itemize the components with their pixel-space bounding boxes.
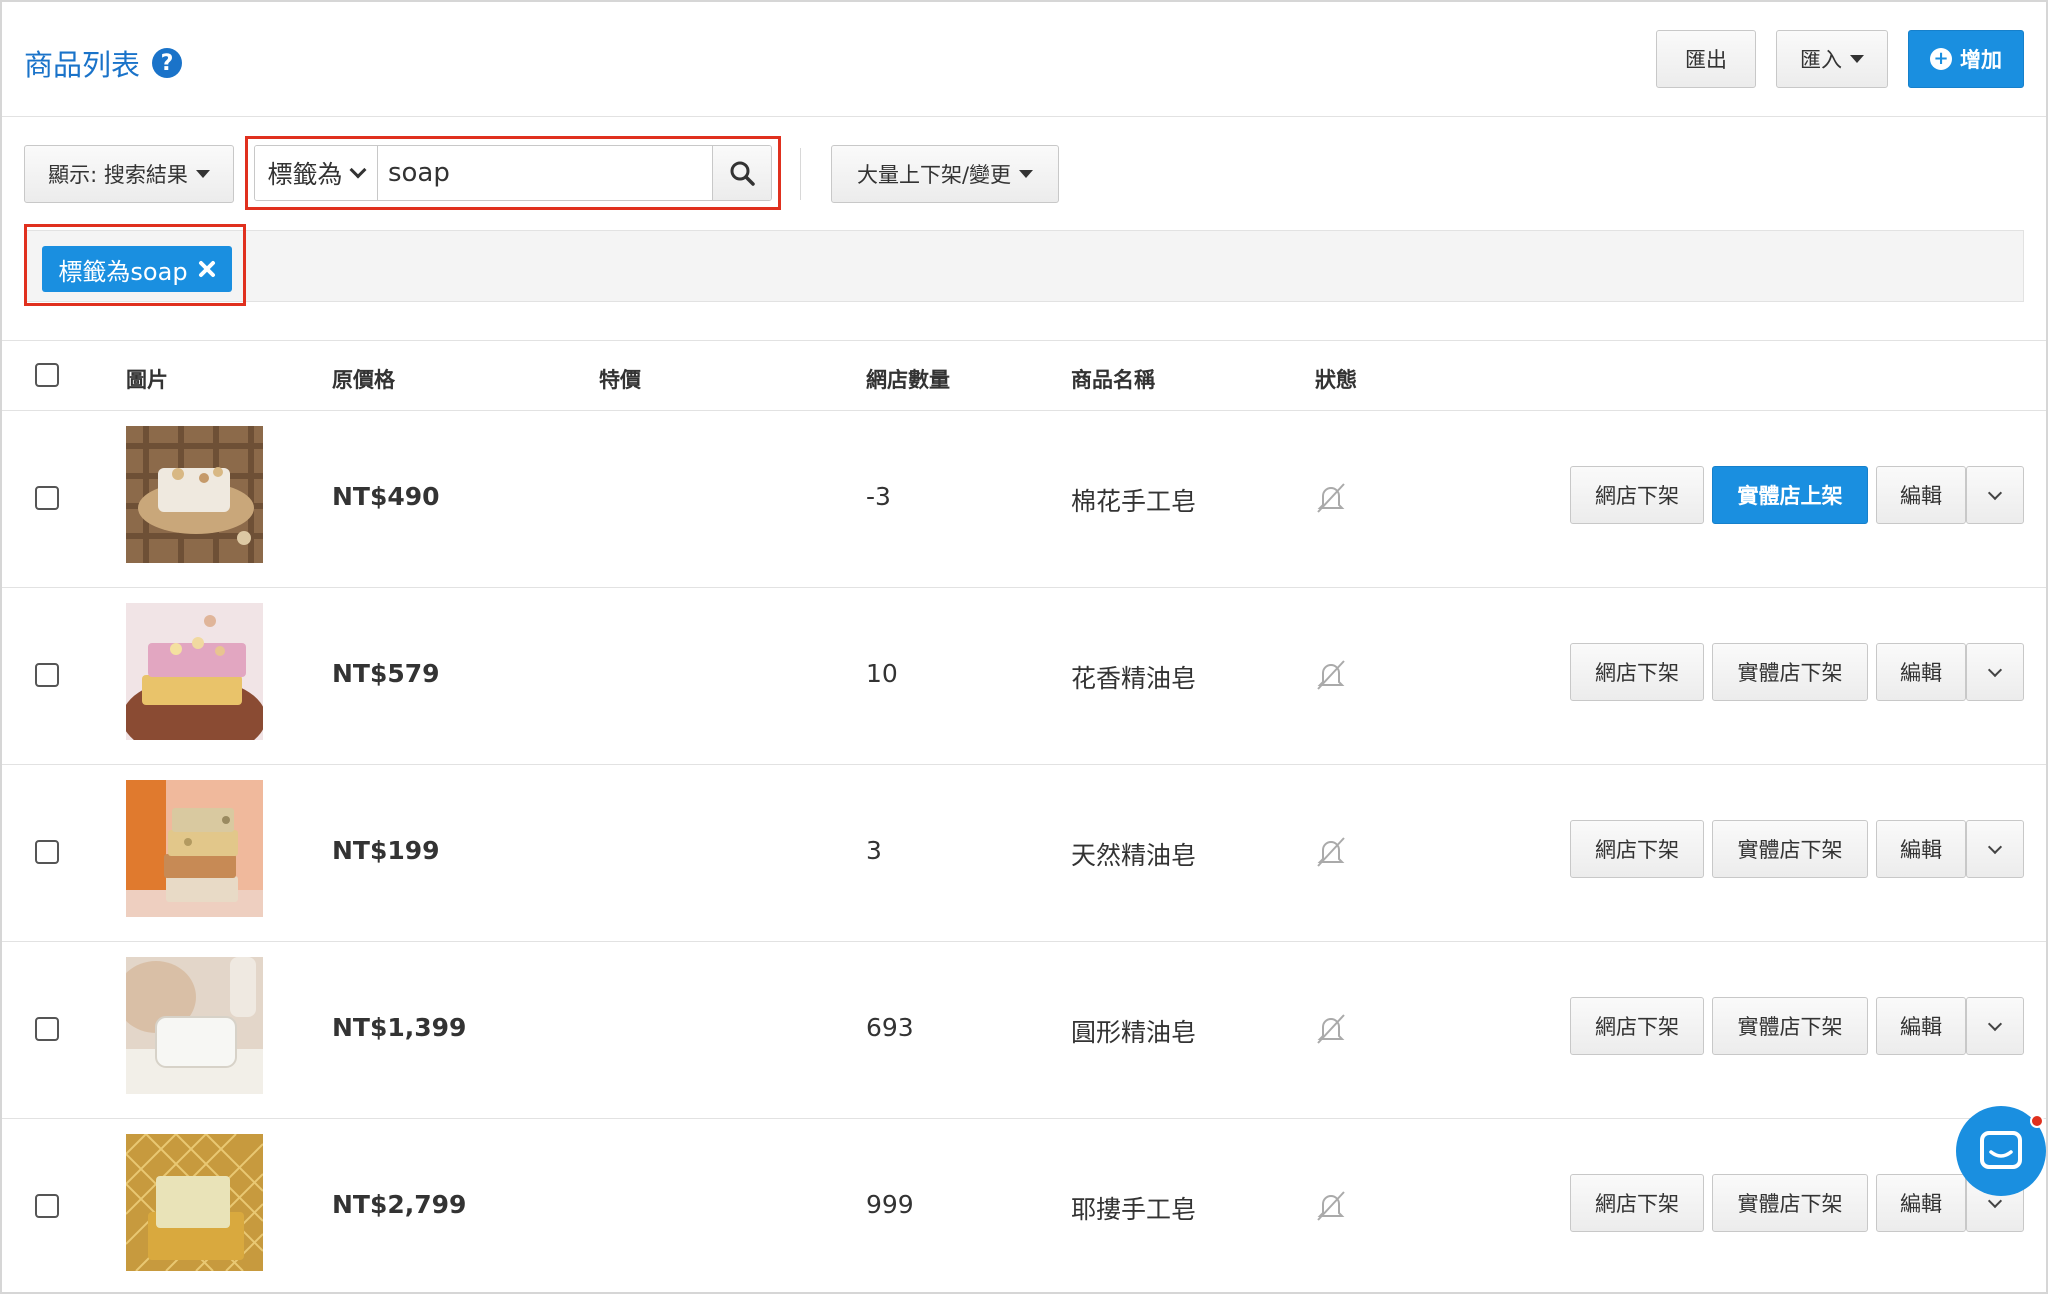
product-name[interactable]: 圓形精油皂	[1071, 1013, 1196, 1049]
product-name[interactable]: 天然精油皂	[1071, 836, 1196, 872]
plus-circle-icon: +	[1930, 48, 1952, 70]
caret-down-icon	[1019, 170, 1034, 178]
product-image[interactable]	[126, 1134, 263, 1271]
store-publish-button[interactable]: 實體店上架	[1712, 466, 1868, 524]
bulk-action-dropdown[interactable]: 大量上下架/變更	[831, 145, 1059, 203]
import-dropdown-button[interactable]: 匯入	[1776, 30, 1888, 88]
online-unpublish-button[interactable]: 網店下架	[1570, 466, 1704, 524]
row-divider	[2, 1118, 2046, 1119]
bell-slash-icon	[1317, 660, 1345, 690]
caret-down-icon	[1850, 55, 1864, 63]
row-checkbox[interactable]	[35, 486, 59, 510]
online-unpublish-button[interactable]: 網店下架	[1570, 997, 1704, 1055]
select-all-checkbox[interactable]	[35, 363, 59, 387]
store-unpublish-button[interactable]: 實體店下架	[1712, 820, 1868, 878]
search-icon	[730, 161, 755, 186]
more-actions-dropdown[interactable]	[1966, 997, 2024, 1055]
bell-slash-icon	[1317, 1014, 1345, 1044]
chevron-down-icon	[1987, 839, 2003, 854]
online-unpublish-button[interactable]: 網店下架	[1570, 643, 1704, 701]
more-actions-dropdown[interactable]	[1966, 820, 2024, 878]
export-label: 匯出	[1685, 48, 1727, 72]
search-input[interactable]	[377, 146, 712, 200]
edit-button[interactable]: 編輯	[1876, 643, 1966, 701]
display-filter-label: 顯示: 搜索結果	[48, 163, 188, 187]
product-image[interactable]	[126, 426, 263, 563]
chevron-down-icon	[349, 161, 367, 179]
search-button[interactable]	[711, 146, 771, 200]
online-unpublish-button[interactable]: 網店下架	[1570, 820, 1704, 878]
chat-icon	[1980, 1131, 2022, 1169]
caret-down-icon	[195, 170, 210, 178]
edit-button[interactable]: 編輯	[1876, 820, 1966, 878]
store-unpublish-button[interactable]: 實體店下架	[1712, 1174, 1868, 1232]
column-header-special-price[interactable]: 特價	[599, 364, 641, 394]
row-divider	[2, 587, 2046, 588]
question-circle-icon[interactable]: ?	[152, 48, 183, 78]
online-unpublish-button[interactable]: 網店下架	[1570, 1174, 1704, 1232]
column-header-image: 圖片	[126, 368, 168, 392]
online-quantity: -3	[866, 482, 891, 511]
bell-slash-icon	[1317, 837, 1345, 867]
original-price: NT$199	[332, 836, 440, 865]
row-checkbox[interactable]	[35, 1194, 59, 1218]
bulk-action-label: 大量上下架/變更	[856, 163, 1012, 187]
column-header-online-qty[interactable]: 網店數量	[866, 364, 950, 394]
row-divider	[2, 941, 2046, 942]
notification-dot	[2030, 1114, 2044, 1128]
row-checkbox[interactable]	[35, 840, 59, 864]
column-header-status: 狀態	[1315, 368, 1357, 392]
more-actions-dropdown[interactable]	[1966, 466, 2024, 524]
online-quantity: 693	[866, 1013, 914, 1042]
original-price: NT$490	[332, 482, 440, 511]
store-unpublish-button[interactable]: 實體店下架	[1712, 997, 1868, 1055]
row-checkbox[interactable]	[35, 663, 59, 687]
table-header-divider	[2, 410, 2046, 411]
import-label: 匯入	[1800, 48, 1842, 72]
close-icon[interactable]	[198, 260, 216, 278]
original-price: NT$579	[332, 659, 440, 688]
search-field-label: 標籤為	[267, 160, 343, 189]
chevron-down-icon	[1987, 485, 2003, 500]
add-button[interactable]: + 增加	[1908, 30, 2024, 88]
chevron-down-icon	[1987, 1016, 2003, 1031]
online-quantity: 3	[866, 836, 882, 865]
store-unpublish-button[interactable]: 實體店下架	[1712, 643, 1868, 701]
search-field-select[interactable]: 標籤為	[255, 146, 378, 200]
chevron-down-icon	[1987, 662, 2003, 677]
table-top-border	[2, 340, 2046, 341]
online-quantity: 10	[866, 659, 898, 688]
product-image[interactable]	[126, 780, 263, 917]
product-name[interactable]: 花香精油皂	[1071, 659, 1196, 695]
column-header-original-price[interactable]: 原價格	[332, 364, 395, 394]
add-label: 增加	[1960, 48, 2002, 72]
column-header-name[interactable]: 商品名稱	[1071, 364, 1155, 394]
export-button[interactable]: 匯出	[1656, 30, 1756, 88]
active-filter-tag[interactable]: 標籤為soap	[42, 246, 232, 292]
filter-divider	[800, 148, 801, 200]
search-highlight-box: 標籤為	[245, 136, 781, 210]
edit-button[interactable]: 編輯	[1876, 466, 1966, 524]
online-quantity: 999	[866, 1190, 914, 1219]
original-price: NT$1,399	[332, 1013, 467, 1042]
bell-slash-icon	[1317, 483, 1345, 513]
product-image[interactable]	[126, 957, 263, 1094]
more-actions-dropdown[interactable]	[1966, 643, 2024, 701]
search-group: 標籤為	[254, 145, 772, 201]
edit-button[interactable]: 編輯	[1876, 997, 1966, 1055]
original-price: NT$2,799	[332, 1190, 467, 1219]
display-filter-dropdown[interactable]: 顯示: 搜索結果	[24, 145, 234, 203]
product-image[interactable]	[126, 603, 263, 740]
row-checkbox[interactable]	[35, 1017, 59, 1041]
header-divider	[2, 116, 2046, 117]
active-filter-bar	[24, 230, 2024, 302]
product-name[interactable]: 耶摟手工皂	[1071, 1190, 1196, 1226]
row-divider	[2, 764, 2046, 765]
page-title-text: 商品列表	[24, 48, 141, 82]
bell-slash-icon	[1317, 1191, 1345, 1221]
product-name[interactable]: 棉花手工皂	[1071, 482, 1196, 518]
edit-button[interactable]: 編輯	[1876, 1174, 1966, 1232]
active-filter-label: 標籤為soap	[58, 257, 188, 286]
page-title: 商品列表 ?	[24, 42, 183, 84]
